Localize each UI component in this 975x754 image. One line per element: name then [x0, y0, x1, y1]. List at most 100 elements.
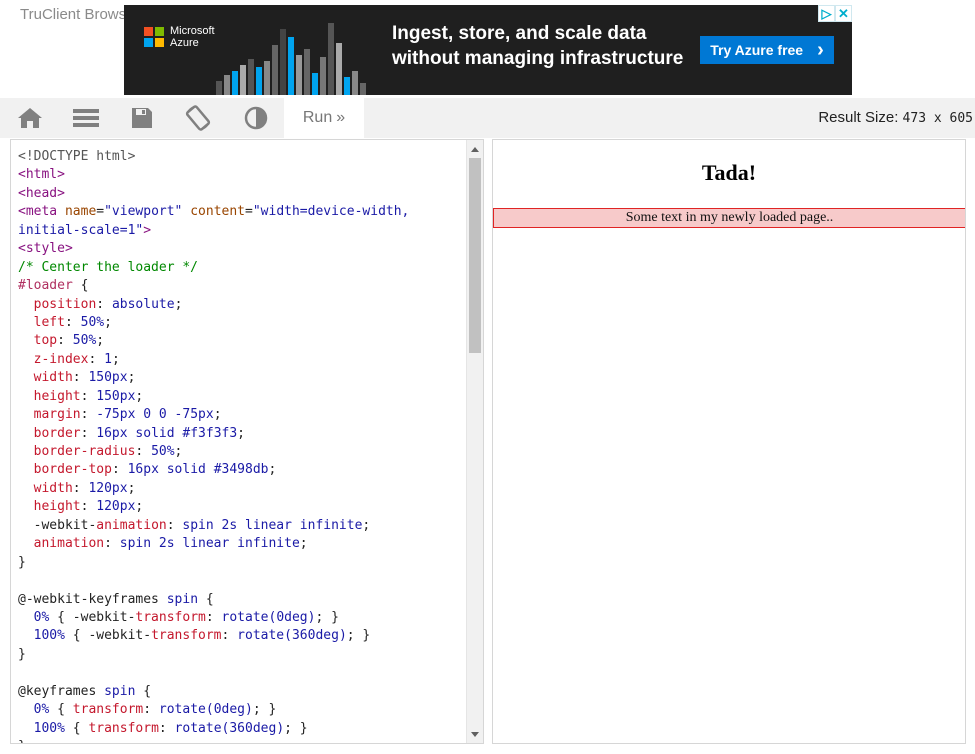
- close-ad-icon[interactable]: ✕: [835, 5, 852, 22]
- code-line[interactable]: animation: spin 2s linear infinite;: [18, 535, 464, 553]
- code-line[interactable]: <html>: [18, 166, 464, 184]
- code-token: "width=device-width,: [252, 204, 410, 220]
- toolbar: Run » Result Size: 473 x 605: [0, 98, 975, 138]
- code-line[interactable]: z-index: 1;: [18, 351, 464, 369]
- code-line[interactable]: left: 50%;: [18, 314, 464, 332]
- editor-scrollbar[interactable]: [466, 140, 483, 743]
- code-token: :: [72, 480, 89, 496]
- code-token: "viewport": [104, 204, 183, 220]
- code-token: spin: [166, 591, 199, 607]
- code-line[interactable]: margin: -75px 0 0 -75px;: [18, 406, 464, 424]
- code-token: spin: [104, 683, 136, 699]
- scroll-down-icon[interactable]: [467, 726, 483, 743]
- microsoft-logo-icon: [144, 27, 164, 47]
- result-size-value: 473 x 605: [902, 111, 973, 126]
- code-token: spin 2s linear infinite: [119, 536, 300, 552]
- code-token: :: [166, 517, 183, 533]
- code-token: ): [338, 628, 347, 644]
- ad-headline-line1: Ingest, store, and scale data: [392, 23, 647, 44]
- code-token: 50%: [80, 314, 105, 330]
- code-token: :: [57, 333, 73, 349]
- code-line[interactable]: height: 150px;: [18, 388, 464, 406]
- code-line[interactable]: <style>: [18, 240, 464, 258]
- code-token: :: [80, 425, 97, 441]
- code-line[interactable]: <head>: [18, 185, 464, 203]
- code-line[interactable]: }: [18, 646, 464, 664]
- run-button[interactable]: Run »: [284, 98, 364, 138]
- code-line[interactable]: 100% { -webkit-transform: rotate(360deg)…: [18, 627, 464, 645]
- contrast-button[interactable]: [228, 98, 284, 138]
- code-token: rotate(: [158, 702, 214, 718]
- scroll-up-icon[interactable]: [467, 140, 483, 157]
- code-token: <!DOCTYPE html>: [18, 149, 136, 164]
- code-token: 1: [104, 351, 112, 367]
- code-token: transform: [88, 720, 159, 736]
- code-line[interactable]: border-radius: 50%;: [18, 443, 464, 461]
- code-line[interactable]: border-top: 16px solid #3498db;: [18, 461, 464, 479]
- code-line[interactable]: width: 150px;: [18, 369, 464, 387]
- code-editor[interactable]: <!DOCTYPE html> <html> <head> <meta name="v…: [10, 139, 484, 744]
- code-line[interactable]: }: [18, 738, 464, 743]
- code-line[interactable]: initial-scale=1">: [18, 222, 464, 240]
- ad-choices[interactable]: ▷ ✕: [818, 5, 852, 22]
- code-token: position: [33, 296, 97, 312]
- code-line[interactable]: -webkit-animation: spin 2s linear infini…: [18, 517, 464, 535]
- code-token: :: [111, 462, 128, 478]
- code-line[interactable]: width: 120px;: [18, 480, 464, 498]
- code-token: ; }: [252, 702, 277, 718]
- code-line[interactable]: [18, 664, 464, 682]
- code-line[interactable]: <meta name="viewport" content="width=dev…: [18, 203, 464, 221]
- code-token: border-radius: [33, 444, 136, 459]
- code-token: 0deg: [276, 609, 308, 625]
- code-token: height: [33, 388, 81, 404]
- code-token: =: [96, 204, 105, 220]
- code-token: z-index: [33, 351, 89, 367]
- ad-banner[interactable]: Microsoft Azure Ingest, store, and scale…: [124, 5, 852, 95]
- code-token: border: [33, 425, 81, 441]
- code-token: }: [18, 554, 26, 570]
- rotate-button[interactable]: [170, 98, 226, 138]
- code-token: :: [104, 536, 120, 552]
- code-line[interactable]: /* Center the loader */: [18, 259, 464, 277]
- try-azure-free-button[interactable]: Try Azure free ›: [700, 36, 834, 64]
- code-line[interactable]: [18, 572, 464, 590]
- code-token: ;: [174, 444, 183, 459]
- code-line[interactable]: position: absolute;: [18, 296, 464, 314]
- menu-button[interactable]: [58, 98, 114, 138]
- window-title: TruClient Browser: [20, 6, 140, 23]
- code-token: 0%: [33, 702, 50, 718]
- home-button[interactable]: [2, 98, 58, 138]
- code-token: 100%: [33, 628, 65, 644]
- code-token: ;: [127, 480, 136, 496]
- code-token: ;: [104, 314, 112, 330]
- save-button[interactable]: [114, 98, 170, 138]
- code-line[interactable]: #loader {: [18, 277, 464, 295]
- code-line[interactable]: @keyframes spin {: [18, 683, 464, 701]
- code-text[interactable]: <!DOCTYPE html> <html> <head> <meta name="v…: [18, 148, 464, 743]
- code-line[interactable]: top: 50%;: [18, 332, 464, 350]
- code-line[interactable]: border: 16px solid #f3f3f3;: [18, 425, 464, 443]
- code-line[interactable]: height: 120px;: [18, 498, 464, 516]
- code-line[interactable]: 0% { -webkit-transform: rotate(0deg); }: [18, 609, 464, 627]
- chevron-right-icon: ›: [817, 39, 824, 61]
- code-token: transform: [151, 628, 222, 644]
- ad-choices-icon[interactable]: ▷: [818, 5, 835, 22]
- code-token: <meta: [18, 204, 65, 220]
- code-line[interactable]: <!DOCTYPE html>: [18, 148, 464, 166]
- run-label: Run: [302, 109, 333, 126]
- code-line[interactable]: 100% { transform: rotate(360deg); }: [18, 720, 464, 738]
- code-line[interactable]: }: [18, 554, 464, 572]
- scrollbar-thumb[interactable]: [469, 158, 481, 353]
- save-icon: [132, 108, 152, 128]
- code-token: 16px: [96, 425, 128, 441]
- code-line[interactable]: 0% { transform: rotate(0deg); }: [18, 701, 464, 719]
- code-line[interactable]: @-webkit-keyframes spin {: [18, 591, 464, 609]
- code-token: rotate(: [221, 609, 277, 625]
